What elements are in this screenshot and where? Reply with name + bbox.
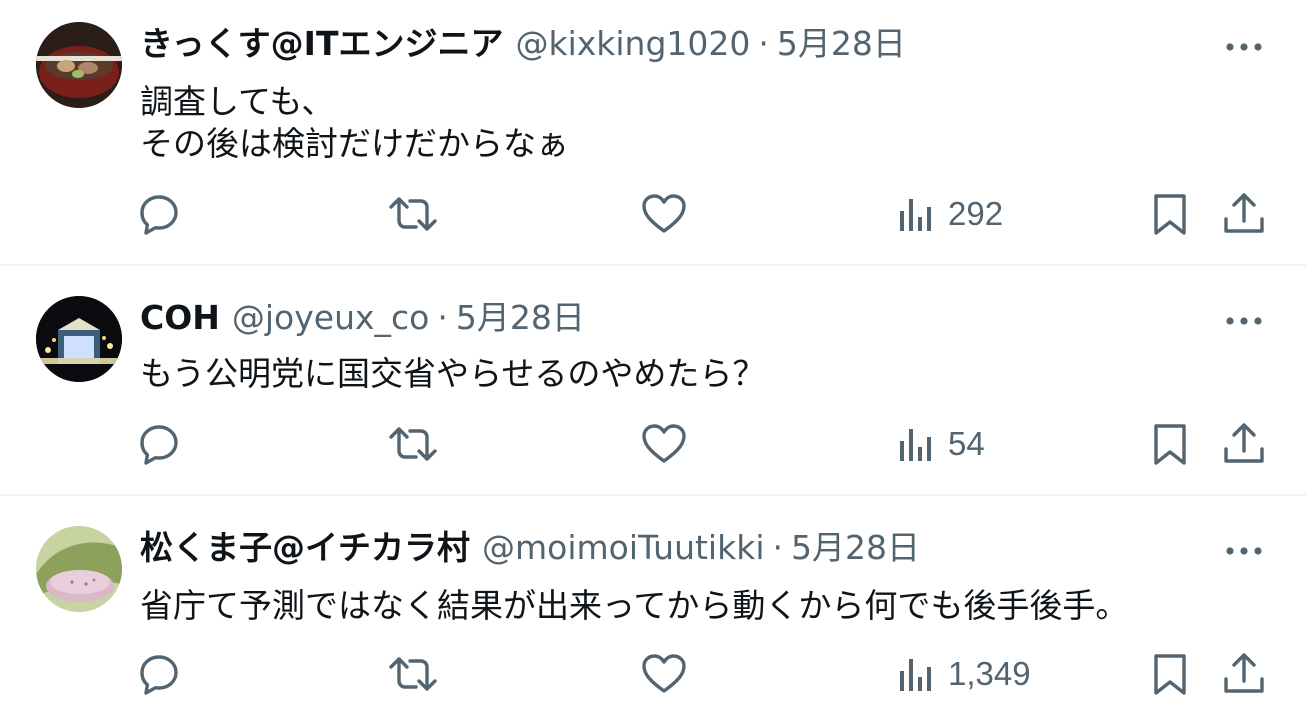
bookmark-button[interactable] <box>1148 420 1192 468</box>
tweet-card[interactable]: COH @joyeux_co · 5月28日 もう公明党に国交省やらせるのやめた… <box>0 268 1306 494</box>
tweet-text-line: その後は検討だけだからなぁ <box>140 124 569 163</box>
more-button[interactable] <box>1222 306 1266 336</box>
display-name[interactable]: COH <box>140 296 220 340</box>
bookmark-button[interactable] <box>1148 190 1192 238</box>
views-icon <box>900 429 931 461</box>
more-icon <box>1226 43 1262 51</box>
views-count: 292 <box>948 195 1004 232</box>
tweet-header: 松くま子@イチカラ村 @moimoiTuutikki · 5月28日 <box>140 526 920 570</box>
views-icon <box>900 659 931 691</box>
views-icon <box>900 199 931 231</box>
like-button[interactable] <box>640 190 688 238</box>
tweet-text-line: 調査しても、 <box>140 82 335 121</box>
tweet-card[interactable]: 松くま子@イチカラ村 @moimoiTuutikki · 5月28日 省庁て予測… <box>0 498 1306 722</box>
retweet-icon <box>389 197 437 231</box>
retweet-icon <box>389 657 437 691</box>
display-name[interactable]: きっくす@ITエンジニア <box>140 22 503 66</box>
views-button[interactable]: 54 <box>896 420 985 468</box>
views-count: 1,349 <box>948 655 1031 692</box>
more-button[interactable] <box>1222 536 1266 566</box>
reply-icon <box>140 655 178 695</box>
tweet-date[interactable]: 5月28日 <box>777 22 906 66</box>
divider <box>0 494 1306 496</box>
bookmark-icon <box>1154 424 1186 465</box>
bookmark-button[interactable] <box>1148 650 1192 698</box>
separator-dot: · <box>437 298 448 337</box>
more-icon <box>1226 547 1262 555</box>
user-handle[interactable]: @kixking1020 <box>515 22 750 66</box>
share-icon <box>1224 193 1264 233</box>
user-handle[interactable]: @moimoiTuutikki <box>482 526 764 570</box>
share-icon <box>1224 653 1264 693</box>
divider <box>0 264 1306 266</box>
like-button[interactable] <box>640 650 688 698</box>
tweet-text-line: もう公明党に国交省やらせるのやめたら？ <box>140 354 766 393</box>
views-button[interactable]: 1,349 <box>896 650 1031 698</box>
avatar[interactable] <box>36 526 122 612</box>
avatar[interactable] <box>36 22 122 108</box>
tweet-header: COH @joyeux_co · 5月28日 <box>140 296 585 340</box>
views-button[interactable]: 292 <box>896 190 1003 238</box>
tweet-card[interactable]: きっくす@ITエンジニア @kixking1020 · 5月28日 調査しても、… <box>0 0 1306 266</box>
tweet-date[interactable]: 5月28日 <box>791 526 920 570</box>
bookmark-icon <box>1154 654 1186 695</box>
avatar-image <box>36 296 122 382</box>
tweet-header: きっくす@ITエンジニア @kixking1020 · 5月28日 <box>140 22 906 66</box>
separator-dot: · <box>772 528 783 567</box>
share-icon <box>1224 423 1264 463</box>
share-button[interactable] <box>1220 420 1268 468</box>
like-icon <box>642 654 686 693</box>
tweet-text-line: 省庁て予測ではなく結果が出来ってから動くから何でも後手後手。 <box>140 586 1129 625</box>
like-button[interactable] <box>640 420 688 468</box>
reply-button[interactable] <box>136 650 182 698</box>
separator-dot: · <box>758 24 769 63</box>
more-icon <box>1226 317 1262 325</box>
share-button[interactable] <box>1220 190 1268 238</box>
display-name[interactable]: 松くま子@イチカラ村 <box>140 526 470 570</box>
views-count: 54 <box>948 425 985 462</box>
retweet-button[interactable] <box>388 190 438 238</box>
retweet-icon <box>389 427 437 461</box>
reply-icon <box>140 425 178 465</box>
reply-button[interactable] <box>136 420 182 468</box>
retweet-button[interactable] <box>388 420 438 468</box>
avatar[interactable] <box>36 296 122 382</box>
reply-button[interactable] <box>136 190 182 238</box>
retweet-button[interactable] <box>388 650 438 698</box>
share-button[interactable] <box>1220 650 1268 698</box>
bookmark-icon <box>1154 194 1186 235</box>
avatar-image <box>36 526 122 612</box>
more-button[interactable] <box>1222 32 1266 62</box>
tweet-date[interactable]: 5月28日 <box>456 296 585 340</box>
avatar-image <box>36 22 122 108</box>
like-icon <box>642 194 686 233</box>
reply-icon <box>140 195 178 235</box>
like-icon <box>642 424 686 463</box>
user-handle[interactable]: @joyeux_co <box>232 296 429 340</box>
